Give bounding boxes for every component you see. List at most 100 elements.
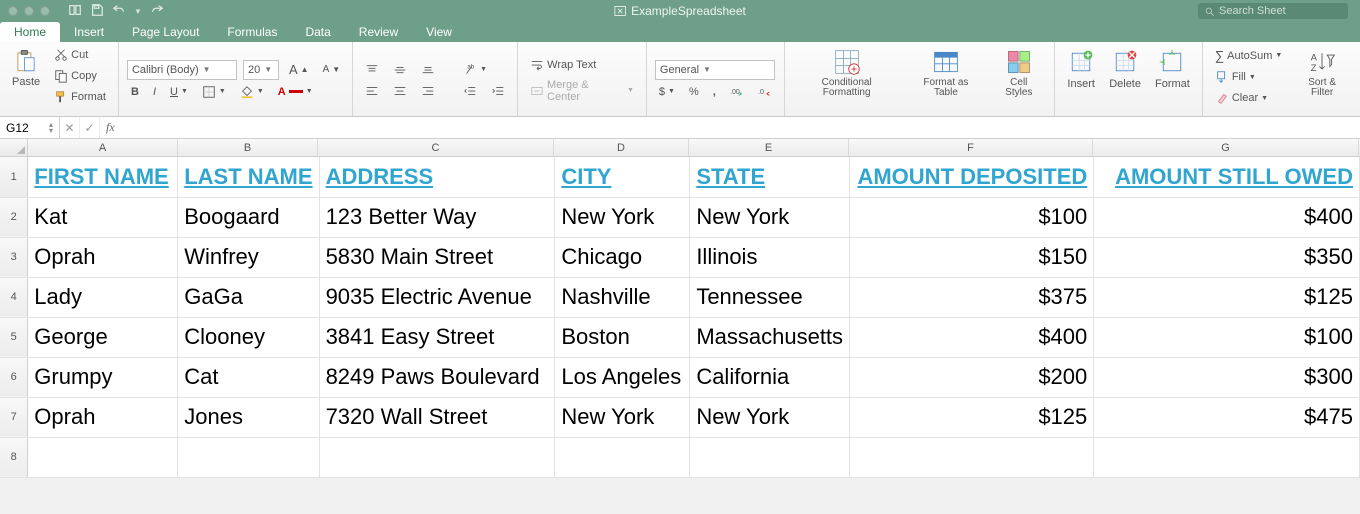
cell[interactable]: $375 [850, 277, 1094, 317]
tab-review[interactable]: Review [345, 22, 412, 42]
bold-button[interactable]: B [127, 84, 143, 100]
cell[interactable]: 123 Better Way [319, 197, 555, 237]
cell[interactable]: New York [555, 397, 690, 437]
row-header[interactable]: 7 [0, 397, 28, 437]
row-header[interactable]: 8 [0, 437, 28, 477]
cell[interactable]: Oprah [28, 237, 178, 277]
align-left-button[interactable] [361, 82, 383, 100]
cell[interactable]: 9035 Electric Avenue [319, 277, 555, 317]
align-right-button[interactable] [417, 82, 439, 100]
format-as-table-button[interactable]: Format as Table [907, 46, 986, 100]
row-header[interactable]: 3 [0, 237, 28, 277]
cell[interactable]: $400 [1094, 197, 1360, 237]
name-box[interactable]: G12 ▴▾ [0, 117, 60, 138]
cell[interactable]: GaGa [178, 277, 319, 317]
row-header[interactable]: 6 [0, 357, 28, 397]
cell[interactable]: 5830 Main Street [319, 237, 555, 277]
cut-button[interactable]: Cut [50, 46, 110, 64]
decrease-font-button[interactable]: A▼ [319, 62, 345, 77]
col-header-e[interactable]: E [689, 139, 849, 156]
row-header[interactable]: 2 [0, 197, 28, 237]
cell[interactable]: Illinois [690, 237, 850, 277]
comma-format-button[interactable]: , [709, 84, 720, 100]
fx-label[interactable]: fx [100, 120, 121, 135]
cell-styles-button[interactable]: Cell Styles [991, 46, 1046, 100]
number-format-select[interactable]: General▼ [655, 60, 775, 80]
sort-filter-button[interactable]: AZ Sort & Filter [1292, 46, 1352, 100]
font-size-select[interactable]: 20▼ [243, 60, 279, 80]
cell[interactable]: New York [690, 397, 850, 437]
cell[interactable]: ADDRESS [319, 157, 555, 197]
cell[interactable]: California [690, 357, 850, 397]
format-cells-button[interactable]: Format [1151, 46, 1194, 92]
cell[interactable]: $125 [850, 397, 1094, 437]
align-middle-button[interactable] [389, 61, 411, 79]
increase-font-button[interactable]: A▲ [285, 60, 313, 79]
cell[interactable]: AMOUNT DEPOSITED [850, 157, 1094, 197]
increase-indent-button[interactable] [487, 82, 509, 100]
cell[interactable]: Winfrey [178, 237, 319, 277]
col-header-c[interactable]: C [318, 139, 554, 156]
cell[interactable] [1094, 437, 1360, 477]
align-top-button[interactable] [361, 61, 383, 79]
cell[interactable]: $150 [850, 237, 1094, 277]
row-header[interactable]: 5 [0, 317, 28, 357]
accept-formula-button[interactable]: ✓ [80, 117, 100, 138]
align-center-button[interactable] [389, 82, 411, 100]
cell[interactable]: Clooney [178, 317, 319, 357]
fill-color-button[interactable]: ▼ [236, 83, 268, 101]
cell[interactable]: Tennessee [690, 277, 850, 317]
italic-button[interactable]: I [149, 84, 160, 100]
cell[interactable]: Massachusetts [690, 317, 850, 357]
close-window-button[interactable] [8, 6, 18, 16]
font-name-select[interactable]: Calibri (Body)▼ [127, 60, 237, 80]
cell[interactable]: Nashville [555, 277, 690, 317]
conditional-formatting-button[interactable]: Conditional Formatting [793, 46, 901, 100]
col-header-a[interactable]: A [28, 139, 178, 156]
fill-button[interactable]: Fill▼ [1211, 68, 1286, 86]
cell[interactable]: Oprah [28, 397, 178, 437]
percent-format-button[interactable]: % [685, 84, 703, 100]
cell[interactable]: AMOUNT STILL OWED [1094, 157, 1360, 197]
cell[interactable]: 3841 Easy Street [319, 317, 555, 357]
cell[interactable]: $350 [1094, 237, 1360, 277]
row-header[interactable]: 4 [0, 277, 28, 317]
minimize-window-button[interactable] [24, 6, 34, 16]
cell[interactable]: LAST NAME [178, 157, 319, 197]
cell[interactable]: Boogaard [178, 197, 319, 237]
cell[interactable]: Los Angeles [555, 357, 690, 397]
cancel-formula-button[interactable]: ✕ [60, 117, 80, 138]
cell[interactable] [690, 437, 850, 477]
search-sheet-input[interactable]: Search Sheet [1198, 3, 1348, 19]
cell[interactable]: $400 [850, 317, 1094, 357]
cell[interactable]: New York [690, 197, 850, 237]
row-header[interactable]: 1 [0, 157, 28, 197]
cell[interactable]: $200 [850, 357, 1094, 397]
cell[interactable]: Chicago [555, 237, 690, 277]
tab-insert[interactable]: Insert [60, 22, 118, 42]
cell[interactable]: $125 [1094, 277, 1360, 317]
cell[interactable]: Boston [555, 317, 690, 357]
align-bottom-button[interactable] [417, 61, 439, 79]
cell[interactable] [850, 437, 1094, 477]
font-color-button[interactable]: A▼ [274, 84, 317, 100]
cell[interactable]: Kat [28, 197, 178, 237]
cell[interactable] [178, 437, 319, 477]
format-painter-button[interactable]: Format [50, 88, 110, 106]
cell[interactable]: CITY [555, 157, 690, 197]
maximize-window-button[interactable] [40, 6, 50, 16]
redo-icon[interactable] [150, 3, 164, 20]
tab-view[interactable]: View [412, 22, 466, 42]
cell[interactable]: $475 [1094, 397, 1360, 437]
cell[interactable] [555, 437, 690, 477]
decrease-decimal-button[interactable]: .0 [754, 83, 776, 101]
cell[interactable]: Cat [178, 357, 319, 397]
cell[interactable] [28, 437, 178, 477]
cell[interactable] [319, 437, 555, 477]
select-all-corner[interactable] [0, 139, 28, 156]
col-header-b[interactable]: B [178, 139, 318, 156]
col-header-f[interactable]: F [849, 139, 1093, 156]
cell[interactable]: Grumpy [28, 357, 178, 397]
clear-button[interactable]: Clear▼ [1211, 89, 1286, 107]
cell[interactable]: FIRST NAME [28, 157, 178, 197]
